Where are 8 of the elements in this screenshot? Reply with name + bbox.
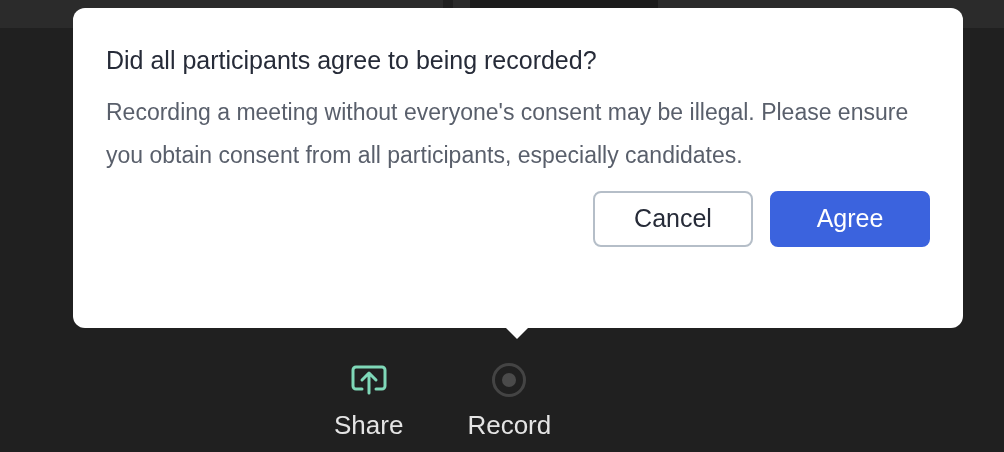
agree-button[interactable]: Agree bbox=[770, 191, 930, 247]
record-button[interactable]: Record bbox=[457, 362, 562, 438]
share-button[interactable]: Share bbox=[324, 362, 414, 438]
share-screen-icon bbox=[349, 365, 388, 395]
cancel-button[interactable]: Cancel bbox=[593, 191, 753, 247]
dialog-message: Recording a meeting without everyone's consent may be illegal. Please ensure you obtain consent from all participants, especially candidates. bbox=[106, 98, 910, 170]
dialog-title: Did all participants agree to being recorded? bbox=[106, 45, 598, 76]
record-icon bbox=[491, 362, 528, 398]
